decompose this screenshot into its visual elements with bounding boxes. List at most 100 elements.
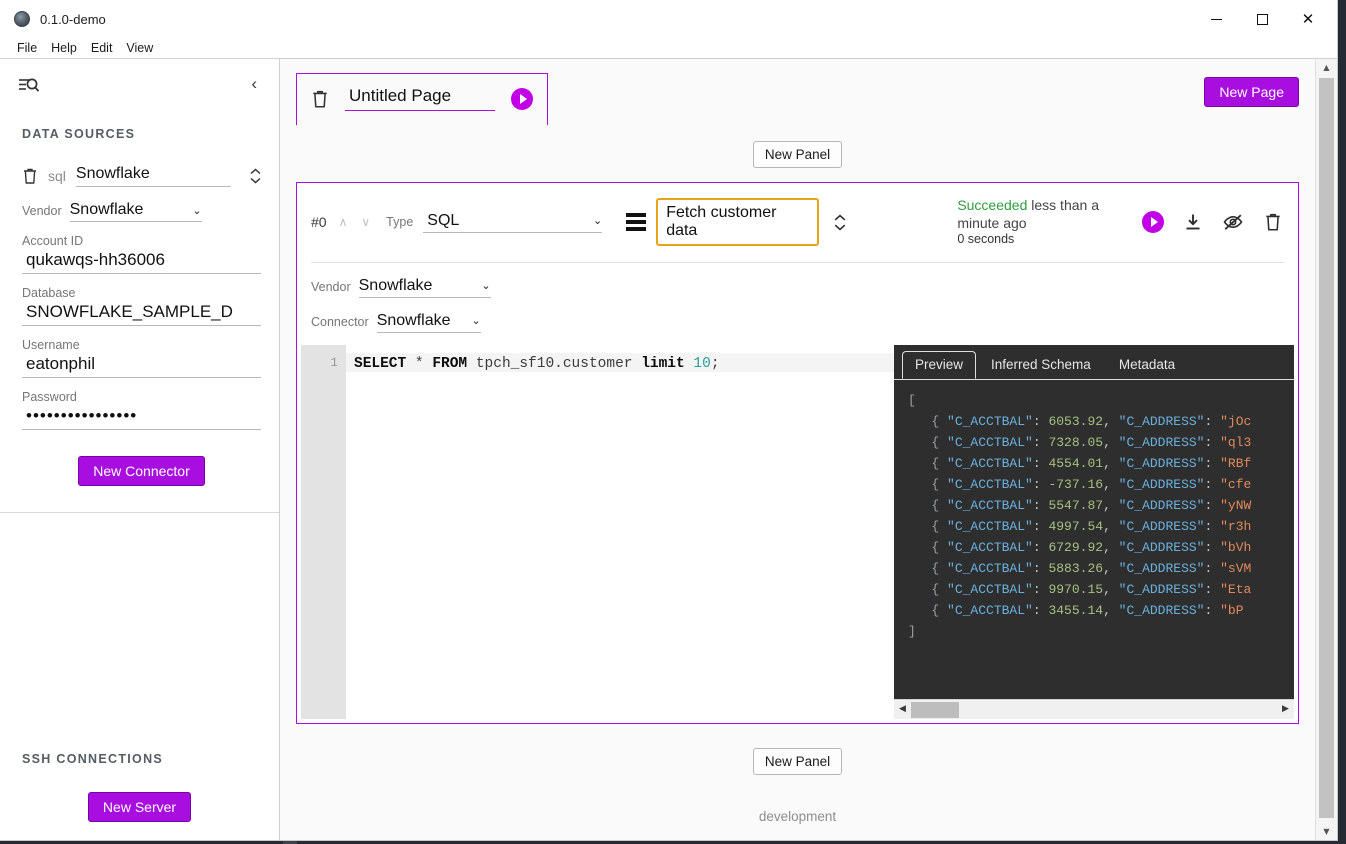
minimize-button[interactable]	[1193, 0, 1239, 38]
vendor-label: Vendor	[22, 204, 62, 218]
chevron-down-icon: ⌄	[192, 203, 202, 217]
close-button[interactable]: ✕	[1285, 0, 1331, 38]
maximize-button[interactable]	[1239, 0, 1285, 38]
drag-handle-icon[interactable]	[626, 213, 647, 232]
panel-move-down-button[interactable]: ∨	[359, 215, 372, 229]
menu-bar: File Help Edit View	[0, 38, 1337, 58]
datasource-row: sql Snowflake	[22, 165, 261, 187]
panel-vendor-value: Snowflake	[358, 276, 433, 294]
ssh-section: SSH CONNECTIONS New Server	[0, 752, 279, 822]
database-input[interactable]: SNOWFLAKE_SAMPLE_D	[22, 302, 261, 326]
page-title-input[interactable]: Untitled Page	[345, 86, 495, 111]
new-panel-button-top[interactable]: New Panel	[752, 141, 843, 168]
sidebar: ‹ DATA SOURCES sql Snowflake Vendor Snow…	[0, 58, 280, 840]
panel-vendor-select[interactable]: Snowflake ⌄	[358, 276, 491, 298]
password-label: Password	[22, 390, 77, 404]
account-id-field: Account ID qukawqs-hh36006	[22, 234, 261, 274]
panel-connector-field: Connector Snowflake ⌄	[311, 312, 1284, 333]
datasource-delete-icon[interactable]	[22, 167, 38, 185]
username-label: Username	[22, 338, 80, 352]
new-panel-top-row: New Panel	[296, 141, 1299, 168]
search-icon[interactable]	[18, 75, 44, 97]
new-panel-bottom-row: New Panel	[296, 747, 1299, 775]
panel-name-input[interactable]: Fetch customer data	[656, 198, 820, 247]
vendor-field: Vendor Snowflake ⌄	[22, 201, 261, 222]
ssh-connections-heading: SSH CONNECTIONS	[22, 752, 164, 766]
panel-type-select[interactable]: SQL ⌄	[423, 211, 603, 233]
tab-preview[interactable]: Preview	[902, 350, 977, 379]
chevron-down-icon: ⌄	[481, 279, 491, 293]
editor-line-number: 1	[330, 354, 338, 370]
panel-connector-label: Connector	[311, 314, 369, 329]
sidebar-collapse-button[interactable]: ‹	[247, 75, 261, 92]
editor-gutter: 1	[302, 344, 346, 719]
panel-actions	[1142, 211, 1284, 234]
maximize-icon	[1256, 13, 1268, 25]
results-preview-content: [ { "C_ACCTBAL": 6053.92, "C_ADDRESS": "…	[908, 392, 1252, 639]
panel-header-row: #0 ∧ ∨ Type SQL ⌄ Fetch customer data Su…	[311, 197, 1284, 248]
panel-delete-button[interactable]	[1262, 211, 1284, 233]
environment-label: development	[758, 808, 837, 824]
panel-hide-results-button[interactable]	[1222, 211, 1244, 233]
sql-editor[interactable]: 1 SELECT * FROM tpch_sf10.customer limit…	[301, 344, 894, 719]
page-delete-icon[interactable]	[311, 89, 329, 109]
scroll-up-icon[interactable]: ▲	[1316, 59, 1337, 76]
new-page-button[interactable]: New Page	[1204, 77, 1299, 107]
query-panel: #0 ∧ ∨ Type SQL ⌄ Fetch customer data Su…	[296, 182, 1299, 724]
results-scroll-thumb[interactable]	[911, 701, 959, 718]
vendor-select[interactable]: Snowflake ⌄	[69, 201, 202, 222]
new-connector-button[interactable]: New Connector	[78, 456, 205, 486]
tab-inferred-schema[interactable]: Inferred Schema	[978, 351, 1104, 379]
datasource-expand-icon[interactable]	[249, 168, 261, 184]
tab-metadata[interactable]: Metadata	[1106, 351, 1188, 379]
scroll-left-icon[interactable]: ◀	[894, 700, 911, 719]
panel-move-up-button[interactable]: ∧	[337, 215, 350, 229]
username-field: Username eatonphil	[22, 338, 261, 378]
main-vertical-scrollbar[interactable]: ▲ ▼	[1315, 59, 1337, 840]
menu-item-view[interactable]: View	[119, 40, 160, 56]
run-page-button[interactable]	[511, 87, 533, 110]
account-id-label: Account ID	[22, 234, 84, 248]
panel-run-button[interactable]	[1142, 211, 1165, 234]
application-window: 0.1.0-demo ✕ File Help Edit View ‹ DATA …	[0, 0, 1338, 841]
datasource-name-input[interactable]: Snowflake	[75, 165, 231, 187]
datasource-type-label: sql	[48, 168, 66, 184]
title-bar: 0.1.0-demo ✕	[0, 0, 1337, 38]
panel-connector-value: Snowflake	[376, 311, 451, 329]
page-header-box: Untitled Page	[296, 73, 548, 125]
menu-item-help[interactable]: Help	[44, 40, 84, 56]
password-input[interactable]: ••••••••••••••••	[22, 406, 261, 430]
panel-connector-select[interactable]: Snowflake ⌄	[376, 311, 481, 333]
new-server-button[interactable]: New Server	[87, 792, 192, 822]
account-id-input[interactable]: qukawqs-hh36006	[22, 250, 261, 274]
window-body: ‹ DATA SOURCES sql Snowflake Vendor Snow…	[0, 58, 1337, 840]
panel-download-button[interactable]	[1182, 211, 1204, 233]
main-content: Untitled Page New Page New Panel #0 ∧ ∨ …	[280, 58, 1337, 840]
data-sources-heading: DATA SOURCES	[22, 127, 136, 141]
results-panel: Preview Inferred Schema Metadata [ { "C_…	[894, 344, 1294, 719]
panel-connection-selects: Vendor Snowflake ⌄ Connector Snowflake ⌄	[297, 263, 1298, 345]
results-horizontal-scrollbar[interactable]: ◀ ▶	[894, 698, 1294, 719]
new-panel-button-bottom[interactable]: New Panel	[752, 747, 843, 775]
password-field: Password ••••••••••••••••	[22, 390, 261, 430]
datasource-fields: Vendor Snowflake ⌄ Account ID qukawqs-hh…	[22, 187, 261, 486]
database-field: Database SNOWFLAKE_SAMPLE_D	[22, 286, 261, 326]
chevron-down-icon: ⌄	[592, 214, 603, 228]
scroll-down-icon[interactable]: ▼	[1316, 823, 1337, 840]
new-connector-row: New Connector	[22, 456, 261, 486]
panel-status: Succeeded less than a minute ago 0 secon…	[957, 197, 1132, 248]
menu-item-file[interactable]: File	[10, 40, 44, 56]
app-logo-icon	[14, 11, 30, 27]
editor-code-area[interactable]: SELECT * FROM tpch_sf10.customer limit 1…	[346, 345, 894, 719]
scroll-right-icon[interactable]: ▶	[1277, 700, 1294, 719]
panel-type-value: SQL	[427, 211, 460, 229]
main-scroll-thumb[interactable]	[1319, 78, 1334, 818]
panel-vendor-field: Vendor Snowflake ⌄	[311, 277, 1284, 298]
page-header-row: Untitled Page New Page	[296, 73, 1299, 125]
username-input[interactable]: eatonphil	[22, 354, 261, 378]
results-tabs: Preview Inferred Schema Metadata	[894, 345, 1294, 379]
menu-item-edit[interactable]: Edit	[84, 40, 120, 56]
editor-code-line: SELECT * FROM tpch_sf10.customer limit 1…	[354, 355, 720, 372]
panel-collapse-icon[interactable]	[833, 214, 847, 231]
status-badge: Succeeded	[957, 197, 1028, 213]
